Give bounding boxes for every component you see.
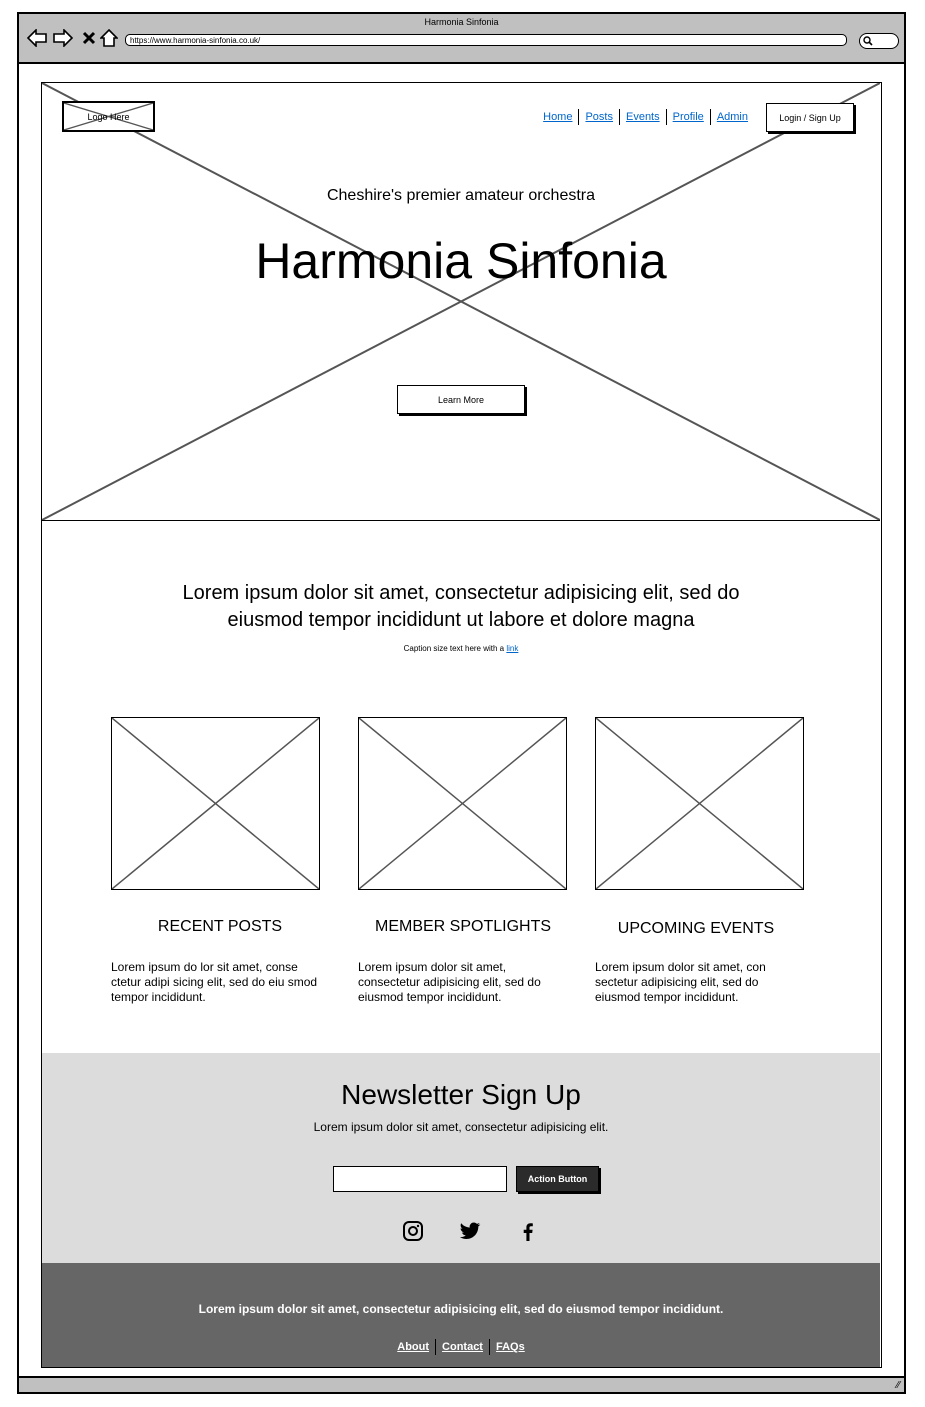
nav-link-posts[interactable]: Posts — [579, 111, 619, 123]
main-nav: Home Posts Events Profile Admin — [537, 109, 754, 125]
newsletter-section: Newsletter Sign Up Lorem ipsum dolor sit… — [42, 1053, 880, 1263]
logo-placeholder[interactable]: Logo Here — [62, 101, 155, 132]
card-image-placeholder — [111, 717, 320, 890]
search-icon — [863, 36, 873, 46]
web-page: Logo Here Home Posts Events Profile Admi… — [41, 82, 882, 1368]
login-signup-button[interactable]: Login / Sign Up — [766, 103, 854, 132]
close-icon[interactable] — [79, 28, 99, 48]
resize-grip-icon[interactable]: ⁄⁄ — [897, 1380, 900, 1391]
footer-link-contact[interactable]: Contact — [436, 1341, 489, 1353]
footer-link-about[interactable]: About — [391, 1341, 435, 1353]
caption-text: Caption size text here with a link — [42, 644, 880, 653]
back-arrow-icon[interactable] — [27, 28, 47, 48]
footer-links: About Contact FAQs — [42, 1339, 880, 1355]
newsletter-action-button[interactable]: Action Button — [516, 1166, 599, 1192]
card-body-text: Lorem ipsum do lor sit amet, conse ctetu… — [111, 960, 318, 1004]
url-bar[interactable]: https://www.harmonia-sinfonia.co.uk/ — [125, 34, 847, 46]
caption-link[interactable]: link — [506, 644, 518, 653]
card-title-member-spotlights[interactable]: MEMBER SPOTLIGHTS — [353, 918, 573, 936]
forward-arrow-icon[interactable] — [53, 28, 73, 48]
footer-link-faqs[interactable]: FAQs — [490, 1341, 531, 1353]
card-title-recent-posts[interactable]: RECENT POSTS — [110, 918, 330, 936]
footer: Lorem ipsum dolor sit amet, consectetur … — [42, 1263, 880, 1367]
intro-text: Lorem ipsum dolor sit amet, consectetur … — [182, 582, 740, 631]
hero-title: Harmonia Sinfonia — [255, 233, 667, 289]
newsletter-title: Newsletter Sign Up — [341, 1079, 581, 1110]
hero-section: Logo Here Home Posts Events Profile Admi… — [42, 83, 880, 521]
hero-subtitle: Cheshire's premier amateur orchestra — [326, 187, 596, 204]
browser-titlebar: Harmonia Sinfonia https://www.harmonia-s… — [19, 14, 904, 64]
learn-more-button[interactable]: Learn More — [397, 385, 525, 414]
nav-link-home[interactable]: Home — [537, 111, 578, 123]
browser-search-field[interactable] — [859, 33, 899, 49]
hero-image-placeholder — [42, 83, 880, 520]
newsletter-description: Lorem ipsum dolor sit amet, consectetur … — [313, 1120, 609, 1134]
card-body-text: Lorem ipsum dolor sit amet, consectetur … — [358, 960, 541, 1004]
home-icon[interactable] — [99, 28, 119, 48]
nav-link-admin[interactable]: Admin — [711, 111, 754, 123]
browser-statusbar: ⁄⁄ — [19, 1376, 904, 1392]
instagram-icon[interactable] — [401, 1219, 425, 1243]
facebook-icon[interactable] — [516, 1219, 540, 1243]
footer-text: Lorem ipsum dolor sit amet, consectetur … — [198, 1302, 724, 1316]
nav-link-profile[interactable]: Profile — [667, 111, 710, 123]
logo-label: Logo Here — [87, 112, 130, 122]
card-image-placeholder — [595, 717, 804, 890]
twitter-icon[interactable] — [458, 1219, 482, 1243]
caption-label: Caption size text here with a — [403, 644, 505, 653]
newsletter-email-input[interactable] — [333, 1166, 507, 1192]
card-body-text: Lorem ipsum dolor sit amet, con sectetur… — [595, 960, 766, 1004]
window-title: Harmonia Sinfonia — [424, 17, 499, 27]
nav-link-events[interactable]: Events — [620, 111, 666, 123]
card-title-upcoming-events[interactable]: UPCOMING EVENTS — [586, 920, 806, 938]
card-image-placeholder — [358, 717, 567, 890]
